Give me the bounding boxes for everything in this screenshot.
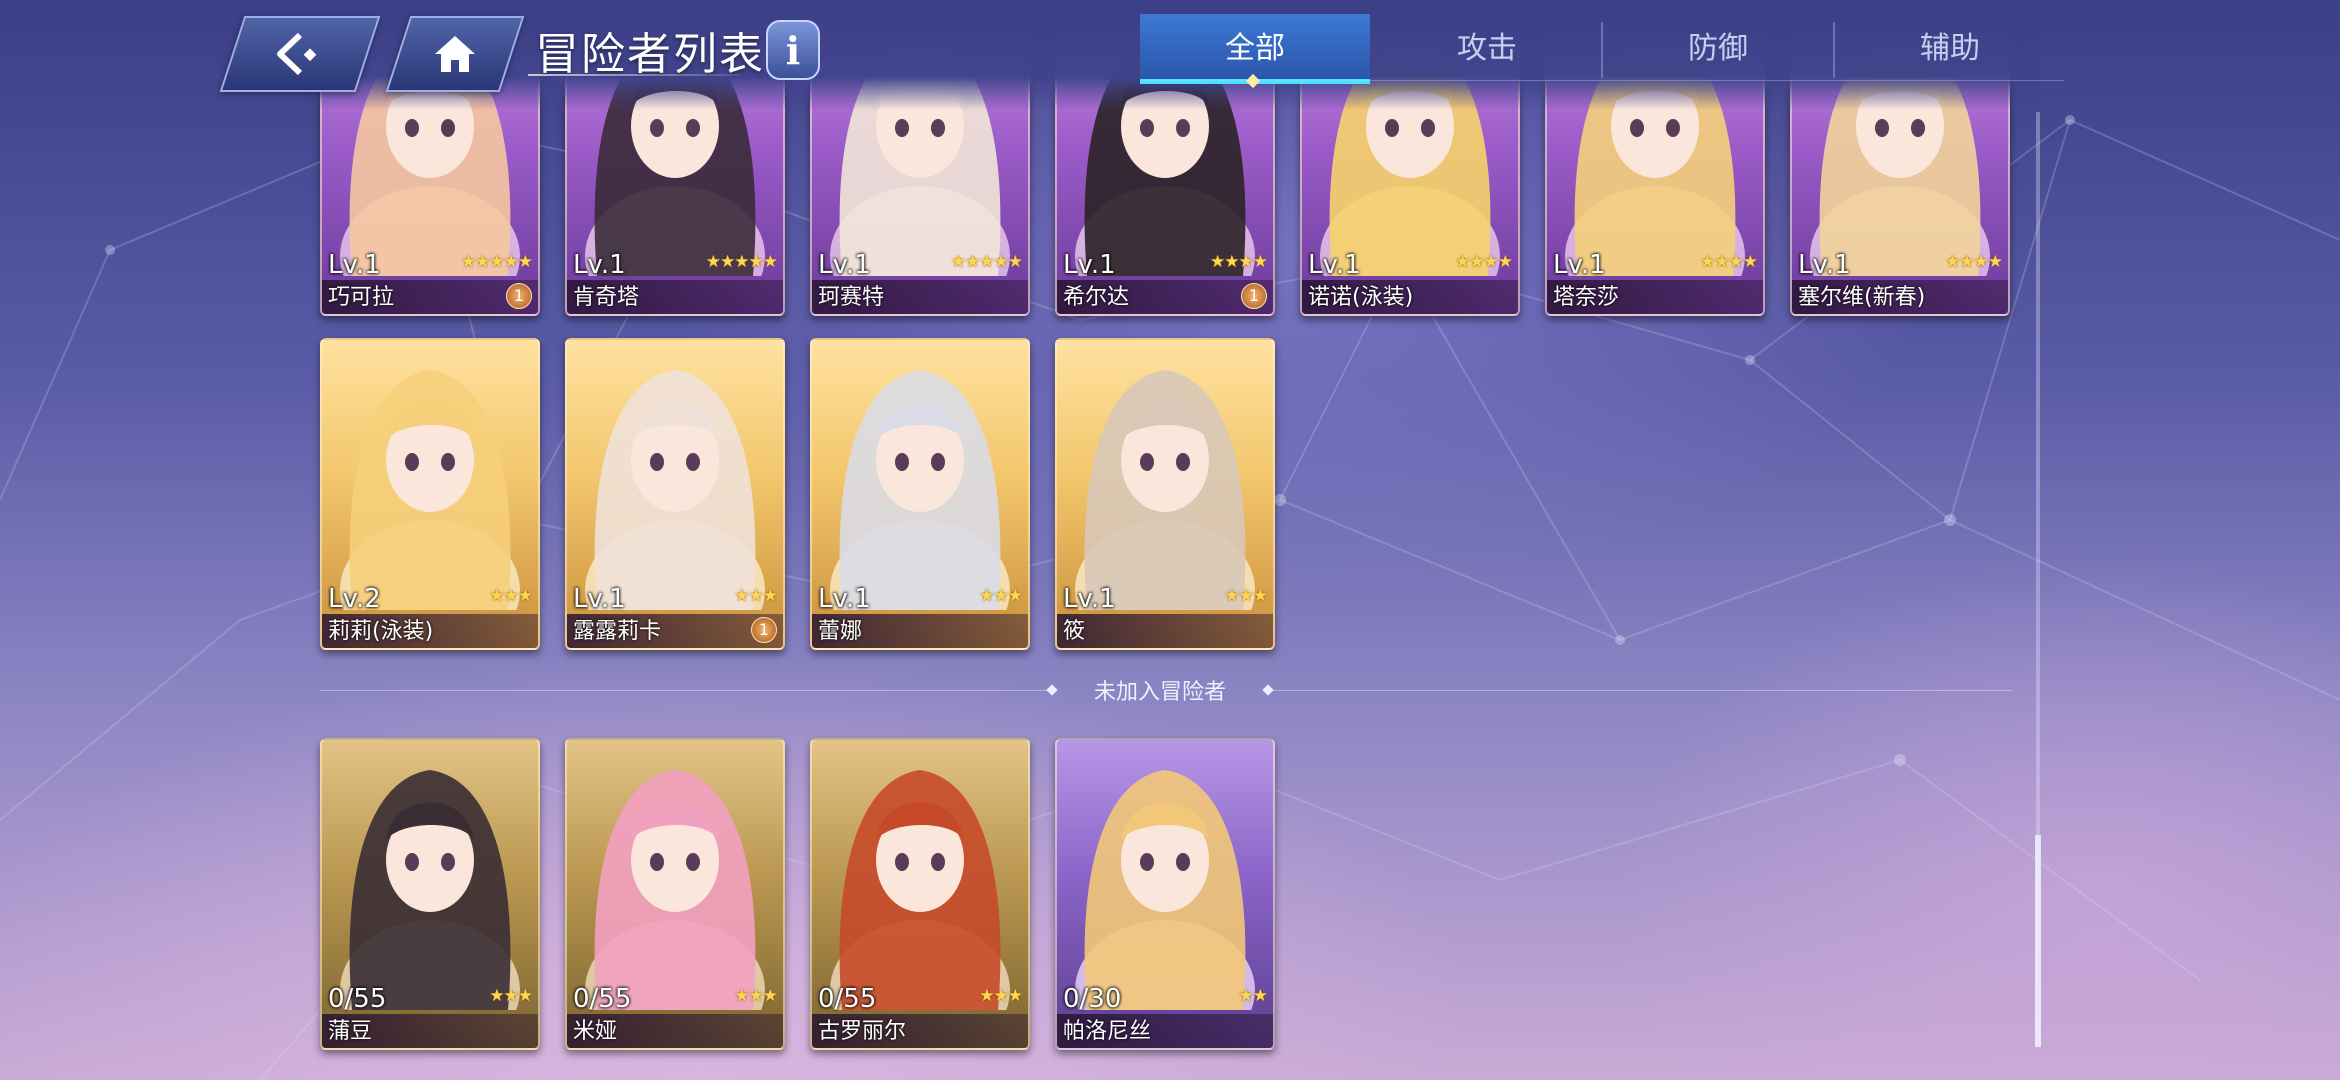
adventurer-name: 诺诺(泳装) <box>1308 285 1414 310</box>
adventurer-card[interactable]: 0/30 ★★ 帕洛尼丝 <box>1055 738 1275 1050</box>
info-button[interactable]: i <box>766 20 820 80</box>
adventurer-name: 巧可拉 <box>328 285 395 310</box>
star-rating: ★★★ <box>489 586 533 606</box>
tab-all[interactable]: 全部 <box>1140 14 1370 84</box>
tabs-baseline <box>1140 80 2064 81</box>
home-icon <box>435 36 475 72</box>
portrait-art <box>585 770 765 1010</box>
page-title: 冒险者列表 <box>535 29 765 80</box>
not-joined-label: 未加入冒险者 <box>1093 680 1226 705</box>
tab-support[interactable]: 辅助 <box>1835 14 2065 84</box>
level-text: Lv.2 <box>328 584 381 614</box>
adventurer-name: 珂赛特 <box>818 285 885 310</box>
info-icon: i <box>785 28 801 73</box>
level-text: Lv.1 <box>818 584 871 614</box>
adventurer-card[interactable]: 0/55 ★★★ 蒲豆 <box>320 738 540 1050</box>
adventurer-name: 希尔达 <box>1063 285 1130 310</box>
level-text: Lv.1 <box>1063 250 1116 280</box>
shard-progress: 0/55 <box>818 984 877 1014</box>
star-rating: ★★ <box>1238 986 1269 1006</box>
section-divider-right <box>1272 690 2012 691</box>
star-rating: ★★★★★ <box>950 252 1023 272</box>
section-divider-left <box>320 690 1050 691</box>
level-text: Lv.1 <box>573 250 626 280</box>
star-rating: ★★★★ <box>1945 252 2003 272</box>
count-badge: 1 <box>506 283 532 309</box>
title-underline <box>528 74 740 76</box>
name-bar <box>1057 614 1273 648</box>
star-rating: ★★★ <box>734 986 778 1006</box>
portrait-art <box>1075 770 1255 1010</box>
star-rating: ★★★ <box>1224 586 1268 606</box>
star-rating: ★★★ <box>979 586 1023 606</box>
adventurer-name: 塞尔维(新春) <box>1798 285 1926 310</box>
portrait-art <box>830 370 1010 610</box>
portrait-art <box>340 770 520 1010</box>
adventurer-name: 莉莉(泳装) <box>328 619 434 644</box>
star-rating: ★★★★ <box>1700 252 1758 272</box>
shard-progress: 0/55 <box>573 984 632 1014</box>
portrait-art <box>830 770 1010 1010</box>
count-badge: 1 <box>1241 283 1267 309</box>
star-rating: ★★★★ <box>1455 252 1513 272</box>
adventurer-name: 蕾娜 <box>818 619 863 644</box>
count-badge: 1 <box>751 617 777 643</box>
portrait-art <box>340 370 520 610</box>
star-rating: ★★★★★ <box>705 252 778 272</box>
shard-progress: 0/30 <box>1063 984 1122 1014</box>
star-rating: ★★★ <box>734 586 778 606</box>
adventurer-name: 露露莉卡 <box>573 619 662 644</box>
level-text: Lv.1 <box>818 250 871 280</box>
adventurer-card[interactable]: Lv.1 ★★★★★ 珂赛特 <box>810 4 1030 316</box>
portrait-art <box>1075 370 1255 610</box>
level-text: Lv.1 <box>1308 250 1361 280</box>
filter-tabs: 全部 攻击 防御 辅助 <box>1140 14 2064 84</box>
adventurer-card[interactable]: 0/55 ★★★ 古罗丽尔 <box>810 738 1030 1050</box>
shard-progress: 0/55 <box>328 984 387 1014</box>
adventurer-card[interactable]: Lv.1 ★★★ 露露莉卡 1 <box>565 338 785 650</box>
back-button[interactable] <box>219 16 381 92</box>
tab-attack[interactable]: 攻击 <box>1372 14 1602 84</box>
adventurer-name: 古罗丽尔 <box>818 1019 907 1044</box>
star-rating: ★★★ <box>979 986 1023 1006</box>
star-rating: ★★★★ <box>1210 252 1268 272</box>
level-text: Lv.1 <box>1063 584 1116 614</box>
star-rating: ★★★ <box>489 986 533 1006</box>
adventurer-grid: Lv.1 ★★★★★ 巧可拉 1 Lv.1 ★★★★★ 肯奇塔 Lv.1 ★★★★★ 珂赛特 Lv.… <box>0 0 2340 1080</box>
adventurer-name: 米娅 <box>573 1019 618 1044</box>
level-text: Lv.1 <box>573 584 626 614</box>
portrait-art <box>830 36 1010 276</box>
portrait-art <box>585 370 765 610</box>
adventurer-name: 肯奇塔 <box>573 285 640 310</box>
adventurer-card[interactable]: Lv.1 ★★★ 蕾娜 <box>810 338 1030 650</box>
adventurer-name: 筱 <box>1063 619 1086 644</box>
adventurer-card[interactable]: 0/55 ★★★ 米娅 <box>565 738 785 1050</box>
level-text: Lv.1 <box>1798 250 1851 280</box>
star-rating: ★★★★★ <box>460 252 533 272</box>
adventurer-name: 帕洛尼丝 <box>1063 1019 1152 1044</box>
adventurer-name: 蒲豆 <box>328 1019 373 1044</box>
adventurer-name: 塔奈莎 <box>1553 285 1620 310</box>
level-text: Lv.1 <box>1553 250 1606 280</box>
back-arrow-icon <box>277 32 317 76</box>
adventurer-card[interactable]: Lv.1 ★★★ 筱 <box>1055 338 1275 650</box>
tab-defense[interactable]: 防御 <box>1603 14 1833 84</box>
adventurer-card[interactable]: Lv.2 ★★★ 莉莉(泳装) <box>320 338 540 650</box>
level-text: Lv.1 <box>328 250 381 280</box>
